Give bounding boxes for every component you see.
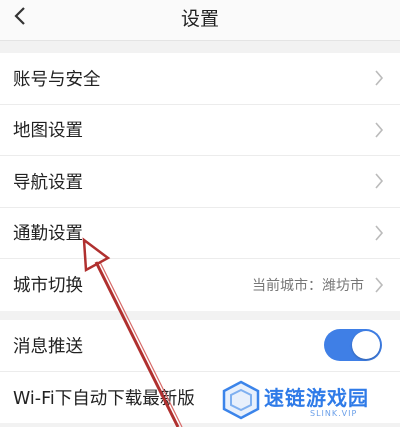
watermark: 速链游戏园 SLINK.VIP — [222, 378, 392, 424]
toggle-knob — [352, 331, 380, 360]
settings-item-label: Wi-Fi下自动下载最新版 — [13, 388, 195, 409]
watermark-logo-icon — [222, 380, 260, 420]
settings-item-push: 消息推送 — [0, 320, 400, 372]
chevron-right-icon — [375, 277, 384, 293]
settings-item-label: 账号与安全 — [13, 69, 101, 90]
settings-item-account-security[interactable]: 账号与安全 — [0, 53, 400, 105]
page-title: 设置 — [180, 8, 219, 30]
chevron-right-icon — [375, 225, 384, 241]
settings-item-label: 通勤设置 — [13, 224, 83, 245]
push-toggle[interactable] — [324, 329, 382, 362]
settings-item-commute[interactable]: 通勤设置 — [0, 208, 400, 259]
settings-item-label: 城市切换 — [13, 276, 83, 297]
watermark-text: 速链游戏园 — [264, 386, 369, 410]
chevron-right-icon — [375, 173, 384, 189]
settings-item-city[interactable]: 城市切换 当前城市：潍坊市 — [0, 259, 400, 311]
watermark-subtext: SLINK.VIP — [310, 409, 358, 418]
settings-item-label: 地图设置 — [13, 121, 83, 142]
settings-item-label: 消息推送 — [13, 336, 83, 357]
settings-item-map[interactable]: 地图设置 — [0, 105, 400, 156]
current-city-value: 当前城市：潍坊市 — [252, 277, 364, 294]
chevron-right-icon — [375, 70, 384, 86]
settings-item-navigation[interactable]: 导航设置 — [0, 156, 400, 208]
chevron-right-icon — [375, 122, 384, 138]
top-bar: 设置 — [0, 0, 400, 41]
settings-group-main: 账号与安全 地图设置 导航设置 通勤设置 城市切换 当前城市：潍坊市 — [0, 53, 400, 311]
settings-item-label: 导航设置 — [13, 172, 83, 193]
